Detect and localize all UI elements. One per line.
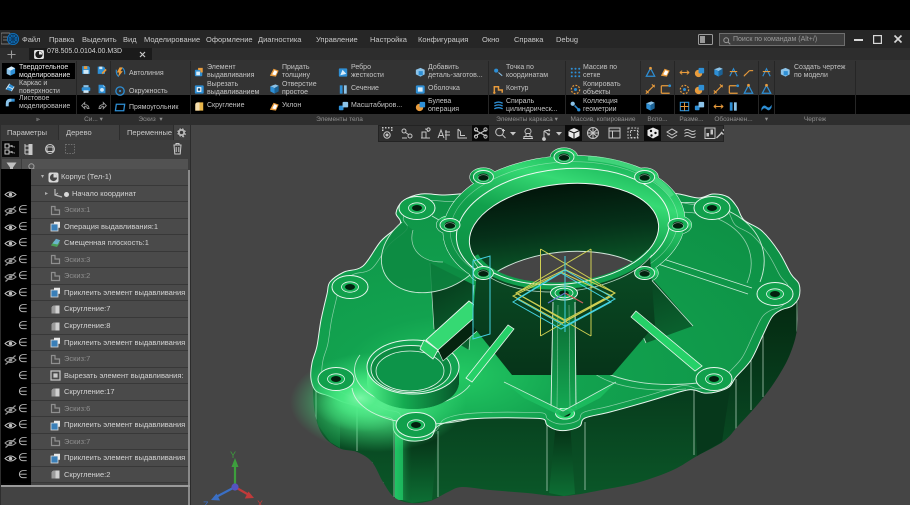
svg-text:п: п (13, 150, 15, 155)
svg-text:п: п (13, 144, 15, 149)
svg-text:Z: Z (203, 500, 209, 505)
svg-text:Y: Y (230, 450, 236, 460)
svg-text:X: X (257, 499, 263, 505)
